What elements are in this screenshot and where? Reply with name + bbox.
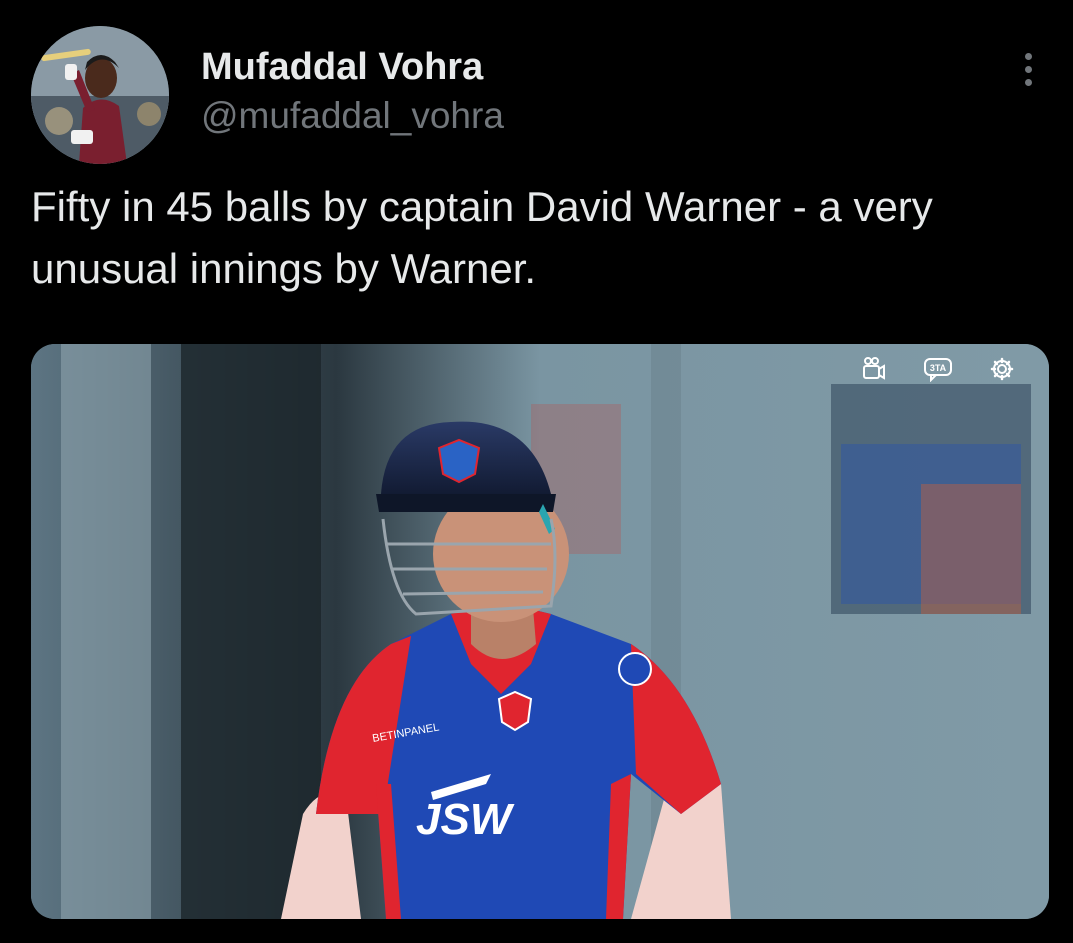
- avatar[interactable]: [31, 26, 169, 164]
- avatar-image: [31, 26, 169, 164]
- user-handle[interactable]: @mufaddal_vohra: [201, 94, 504, 138]
- tweet-text: Fifty in 45 balls by captain David Warne…: [31, 183, 933, 292]
- caption-language-icon[interactable]: 3TA: [921, 354, 955, 384]
- more-vertical-icon[interactable]: [1008, 44, 1048, 94]
- jersey-sponsor-text: JSW: [416, 795, 515, 844]
- tweet-media-video[interactable]: JSW BETINPANEL 3TA: [31, 344, 1049, 919]
- tweet: Mufaddal Vohra @mufaddal_vohra Fifty in …: [0, 0, 1073, 943]
- video-frame: JSW BETINPANEL: [31, 344, 1049, 919]
- display-name[interactable]: Mufaddal Vohra: [201, 44, 483, 90]
- svg-text:3TA: 3TA: [930, 363, 947, 373]
- video-camera-icon[interactable]: [857, 354, 891, 384]
- settings-gear-icon[interactable]: [985, 354, 1019, 384]
- media-controls: 3TA: [857, 354, 1019, 384]
